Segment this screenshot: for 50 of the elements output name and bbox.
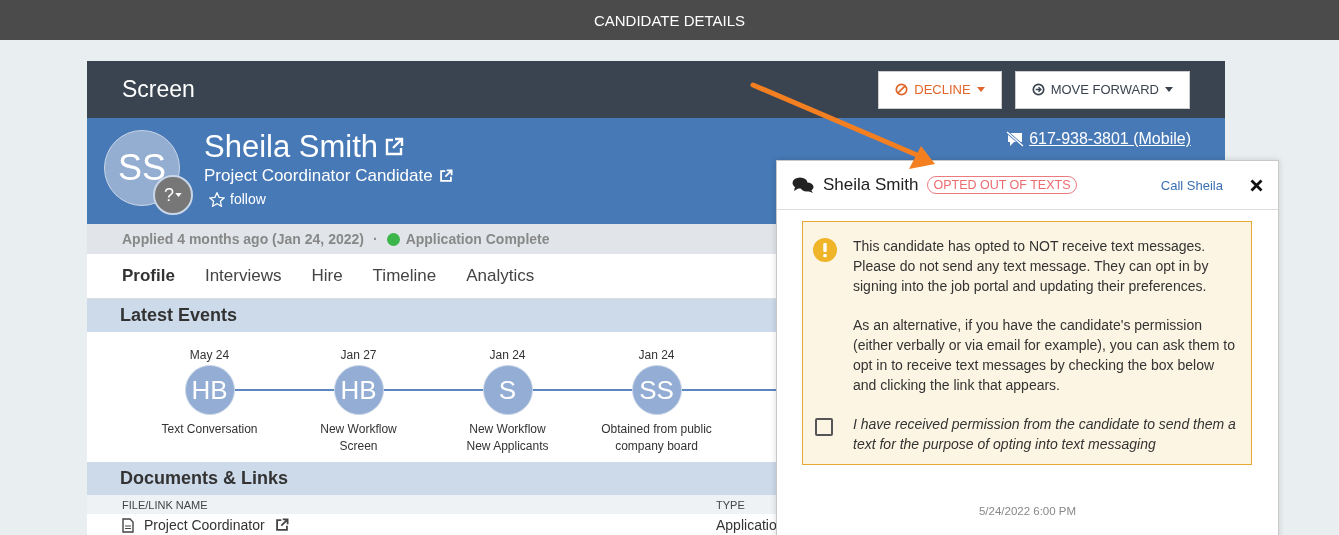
- stage-title: Screen: [122, 76, 195, 103]
- section-title: Latest Events: [120, 305, 238, 326]
- close-icon[interactable]: [1250, 178, 1263, 192]
- column-header: FILE/LINK NAME: [121, 498, 209, 511]
- call-link[interactable]: Call Sheila: [1160, 177, 1223, 193]
- external-link-icon[interactable]: [274, 518, 289, 532]
- panel-title: Sheila Smith: [823, 175, 919, 195]
- tab[interactable]: Profile: [122, 266, 175, 286]
- star-icon: [209, 191, 225, 207]
- caret-icon: [976, 87, 985, 92]
- arrow-circle-icon: [1031, 83, 1045, 96]
- external-link-icon[interactable]: [384, 137, 405, 157]
- candidate-name: Sheila Smith: [204, 130, 379, 164]
- chat-icon: [792, 176, 814, 194]
- message-timestamp: 5/24/2022 6:00 PM: [977, 505, 1078, 517]
- document-icon: [122, 517, 134, 533]
- section-title: Documents & Links: [120, 468, 289, 489]
- table-cell: Applicatio: [716, 517, 777, 533]
- tab[interactable]: Interviews: [204, 266, 282, 286]
- event-date: Jan 24: [638, 348, 675, 364]
- event-label: Obtained from public company board: [601, 421, 712, 455]
- event-label: New Workflow New Applicants: [466, 421, 549, 455]
- page-title: CANDIDATE DETAILS: [593, 11, 746, 29]
- applied-text: Applied 4 months ago (Jan 24, 2022): [122, 231, 364, 247]
- follow-link[interactable]: follow: [209, 191, 453, 207]
- prohibited-icon: [895, 83, 909, 96]
- decline-button[interactable]: DECLINE: [878, 70, 1002, 109]
- tab[interactable]: Timeline: [372, 266, 437, 286]
- permission-checkbox[interactable]: [815, 418, 833, 436]
- warning-text: As an alternative, if you have the candidate's permission (either verbally or via email for example), you can ask them to opt in to receive text messages by checking the box below and clicking the link that appears.: [853, 316, 1237, 395]
- tab[interactable]: Analytics: [466, 266, 535, 286]
- warning-icon: [813, 238, 837, 262]
- move-forward-button[interactable]: MOVE FORWARD: [1014, 70, 1190, 109]
- event-date: Jan 24: [489, 348, 526, 364]
- application-status: Application Complete: [405, 231, 550, 247]
- tab[interactable]: Hire: [311, 266, 343, 286]
- column-header: TYPE: [716, 498, 745, 511]
- event-date: May 24: [189, 348, 230, 364]
- event-label: New Workflow Screen: [320, 421, 397, 455]
- warning-text: This candidate has opted to NOT receive text messages. Please do not send any text message. They can opt in by signing into the job portal and updating their preferences.: [853, 237, 1210, 296]
- event-date: Jan 27: [340, 348, 377, 364]
- caret-icon: [175, 193, 182, 197]
- candidate-role: Project Coordinator Candidate: [204, 165, 433, 187]
- caret-icon: [1165, 87, 1173, 92]
- document-link[interactable]: Project Coordinator: [144, 517, 265, 533]
- event-label: Text Conversation: [161, 421, 258, 438]
- no-text-icon: [1005, 131, 1026, 147]
- separator: ·: [372, 231, 378, 247]
- permission-label: I have received permission from the candidate to send them a text for the purpose of opting into text messaging: [853, 415, 1237, 454]
- phone-link[interactable]: 617-938-3801 (Mobile): [1005, 130, 1191, 148]
